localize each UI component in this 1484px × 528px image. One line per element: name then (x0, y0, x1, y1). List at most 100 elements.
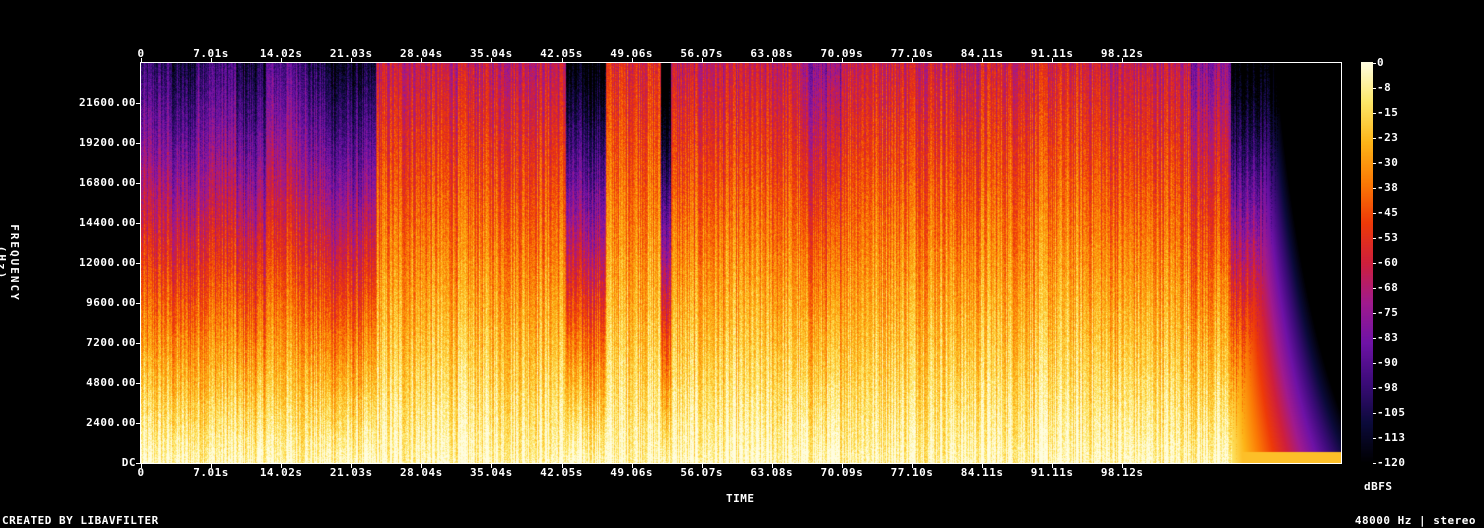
x-tick-mark-bottom (632, 464, 633, 468)
x-tick-mark-bottom (702, 464, 703, 468)
footer-credit: CREATED BY LIBAVFILTER (2, 514, 159, 527)
x-tick-mark-bottom (1052, 464, 1053, 468)
x-tick-mark-bottom (211, 464, 212, 468)
x-axis-label: TIME (726, 492, 755, 505)
colorbar-tick-label: -15 (1377, 106, 1399, 119)
colorbar-tick-mark (1373, 363, 1376, 364)
y-tick-mark (136, 103, 140, 104)
x-tick-mark-bottom (1122, 464, 1123, 468)
y-tick-label: 2400.00 (86, 416, 136, 429)
y-tick-label: 14400.00 (79, 216, 136, 229)
colorbar-tick-label: -60 (1377, 256, 1399, 269)
spectrogram-plot (140, 62, 1342, 464)
x-tick-label-bottom: 91.11s (1030, 466, 1074, 479)
x-tick-mark-top (562, 58, 563, 62)
colorbar-tick-mark (1373, 288, 1376, 289)
x-tick-mark-top (702, 58, 703, 62)
colorbar-tick-mark (1373, 338, 1376, 339)
y-tick-label: 21600.00 (79, 96, 136, 109)
x-tick-mark-bottom (141, 464, 142, 468)
x-tick-label-bottom: 14.02s (259, 466, 303, 479)
colorbar-tick-mark (1373, 163, 1376, 164)
x-tick-mark-bottom (982, 464, 983, 468)
y-tick-mark (136, 183, 140, 184)
x-tick-mark-bottom (562, 464, 563, 468)
plot-frame (140, 62, 1342, 464)
colorbar-tick-label: -120 (1377, 456, 1406, 469)
colorbar-tick-label: -45 (1377, 206, 1399, 219)
x-tick-mark-top (421, 58, 422, 62)
colorbar-tick-label: -105 (1377, 406, 1406, 419)
colorbar-tick-label: -30 (1377, 156, 1399, 169)
x-tick-mark-top (1052, 58, 1053, 62)
x-tick-label-bottom: 63.08s (750, 466, 794, 479)
y-axis-label: FREQUENCY (Hz) (0, 224, 21, 302)
x-tick-mark-bottom (281, 464, 282, 468)
colorbar-tick-mark (1373, 138, 1376, 139)
y-tick-label: 19200.00 (79, 136, 136, 149)
colorbar-tick-label: -98 (1377, 381, 1399, 394)
colorbar-tick-mark (1373, 188, 1376, 189)
x-tick-mark-top (211, 58, 212, 62)
x-tick-label-bottom: 70.09s (820, 466, 864, 479)
x-tick-mark-top (632, 58, 633, 62)
colorbar-tick-label: -53 (1377, 231, 1399, 244)
x-tick-label-bottom: 84.11s (960, 466, 1004, 479)
y-tick-mark (136, 463, 140, 464)
colorbar-tick-mark (1373, 113, 1376, 114)
colorbar-tick-mark (1373, 238, 1376, 239)
y-tick-label: 4800.00 (86, 376, 136, 389)
colorbar-tick-mark (1373, 313, 1376, 314)
x-tick-mark-top (141, 58, 142, 62)
x-tick-mark-bottom (912, 464, 913, 468)
x-tick-mark-top (772, 58, 773, 62)
x-tick-label-bottom: 35.04s (470, 466, 513, 479)
y-tick-label: DC (121, 456, 136, 469)
colorbar-tick-mark (1373, 213, 1376, 214)
y-tick-mark (136, 223, 140, 224)
x-tick-mark-top (351, 58, 352, 62)
x-tick-label-bottom: 56.07s (680, 466, 724, 479)
colorbar-tick-mark (1373, 88, 1376, 89)
colorbar-tick-label: -68 (1377, 281, 1399, 294)
colorbar-tick-label: -38 (1377, 181, 1399, 194)
colorbar-tick-mark (1373, 388, 1376, 389)
x-tick-mark-top (491, 58, 492, 62)
colorbar-tick-label: -8 (1377, 81, 1392, 94)
x-tick-label-bottom: 28.04s (400, 466, 443, 479)
colorbar-tick-mark (1373, 413, 1376, 414)
colorbar-tick-label: -23 (1377, 131, 1399, 144)
y-tick-mark (136, 423, 140, 424)
colorbar-tick-mark (1373, 438, 1376, 439)
colorbar (1361, 62, 1373, 464)
x-tick-mark-top (281, 58, 282, 62)
x-tick-mark-top (912, 58, 913, 62)
colorbar-tick-label: -90 (1377, 356, 1399, 369)
x-tick-mark-bottom (772, 464, 773, 468)
x-tick-mark-bottom (351, 464, 352, 468)
x-tick-label-bottom: 42.05s (540, 466, 583, 479)
x-tick-label-bottom: 49.06s (610, 466, 653, 479)
colorbar-tick-label: 0 (1377, 56, 1385, 69)
y-tick-mark (136, 143, 140, 144)
y-tick-mark (136, 383, 140, 384)
x-tick-label-bottom: 77.10s (890, 466, 934, 479)
y-tick-mark (136, 263, 140, 264)
colorbar-tick-label: -113 (1377, 431, 1406, 444)
colorbar-label: dBFS (1364, 480, 1393, 493)
colorbar-tick-mark (1373, 463, 1376, 464)
colorbar-tick-mark (1373, 63, 1376, 64)
x-tick-label-bottom: 21.03s (329, 466, 373, 479)
y-tick-label: 9600.00 (86, 296, 136, 309)
x-tick-mark-top (1122, 58, 1123, 62)
x-tick-label-bottom: 0 (137, 466, 145, 479)
x-tick-mark-bottom (421, 464, 422, 468)
y-tick-label: 12000.00 (79, 256, 136, 269)
x-tick-mark-top (842, 58, 843, 62)
colorbar-tick-label: -83 (1377, 331, 1399, 344)
y-tick-mark (136, 303, 140, 304)
footer-audio-info: 48000 Hz | stereo (1354, 514, 1476, 527)
y-tick-label: 16800.00 (79, 176, 136, 189)
y-tick-mark (136, 343, 140, 344)
x-tick-label-bottom: 98.12s (1100, 466, 1144, 479)
